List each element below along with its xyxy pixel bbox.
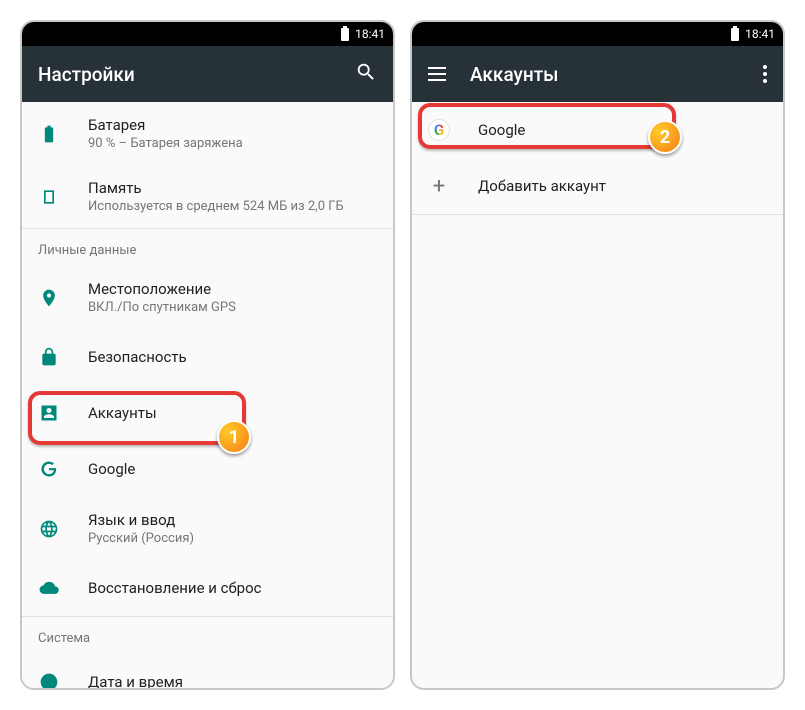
page-title: Аккаунты [470, 63, 739, 86]
battery-icon [38, 123, 60, 145]
memory-icon [38, 186, 60, 208]
phone-right: 18:41 Аккаунты G Google + Добавить аккау… [410, 20, 785, 690]
page-title: Настройки [38, 63, 331, 86]
section-system: Система [22, 616, 393, 654]
item-label: Добавить аккаунт [478, 177, 606, 195]
status-bar: 18:41 [412, 22, 783, 46]
phone-left: 18:41 Настройки Батарея 90 % – Батарея з… [20, 20, 395, 690]
item-sub: Используется в среднем 524 МБ из 2,0 ГБ [88, 199, 344, 214]
section-personal: Личные данные [22, 228, 393, 266]
cloud-icon [38, 577, 60, 599]
clock-icon [38, 671, 60, 690]
clock: 18:41 [745, 27, 775, 41]
item-label: Язык и ввод [88, 511, 194, 529]
location-icon [38, 287, 60, 309]
item-memory[interactable]: Память Используется в среднем 524 МБ из … [22, 165, 393, 228]
google-icon [38, 458, 60, 480]
app-bar: Настройки [22, 46, 393, 102]
item-backup[interactable]: Восстановление и сброс [22, 560, 393, 616]
add-account[interactable]: + Добавить аккаунт [412, 158, 783, 214]
item-label: Аккаунты [88, 404, 157, 422]
item-sub: ВКЛ./По спутникам GPS [88, 300, 236, 315]
search-icon[interactable] [355, 61, 377, 87]
item-label: Местоположение [88, 280, 236, 298]
item-sub: Русский (Россия) [88, 531, 194, 546]
divider [412, 214, 783, 215]
item-battery[interactable]: Батарея 90 % – Батарея заряжена [22, 102, 393, 165]
item-accounts[interactable]: Аккаунты [22, 385, 393, 441]
item-location[interactable]: Местоположение ВКЛ./По спутникам GPS [22, 266, 393, 329]
item-label: Google [88, 460, 135, 478]
google-icon: G [428, 119, 450, 141]
item-label: Память [88, 179, 344, 197]
item-label: Батарея [88, 116, 243, 134]
settings-list: Батарея 90 % – Батарея заряжена Память И… [22, 102, 393, 690]
item-google[interactable]: Google [22, 441, 393, 497]
item-language[interactable]: Язык и ввод Русский (Россия) [22, 497, 393, 560]
account-google[interactable]: G Google [412, 102, 783, 158]
item-label: Google [478, 121, 525, 139]
item-datetime[interactable]: Дата и время [22, 654, 393, 690]
item-sub: 90 % – Батарея заряжена [88, 136, 243, 151]
globe-icon [38, 518, 60, 540]
item-label: Безопасность [88, 348, 187, 366]
battery-icon [731, 28, 739, 41]
menu-icon[interactable] [428, 67, 446, 81]
clock: 18:41 [355, 27, 385, 41]
account-icon [38, 402, 60, 424]
plus-icon: + [428, 174, 450, 199]
item-security[interactable]: Безопасность [22, 329, 393, 385]
battery-icon [341, 28, 349, 41]
overflow-icon[interactable] [763, 65, 767, 83]
item-label: Дата и время [88, 673, 183, 690]
item-label: Восстановление и сброс [88, 579, 261, 597]
app-bar: Аккаунты [412, 46, 783, 102]
accounts-list: G Google + Добавить аккаунт [412, 102, 783, 215]
status-bar: 18:41 [22, 22, 393, 46]
lock-icon [38, 346, 60, 368]
